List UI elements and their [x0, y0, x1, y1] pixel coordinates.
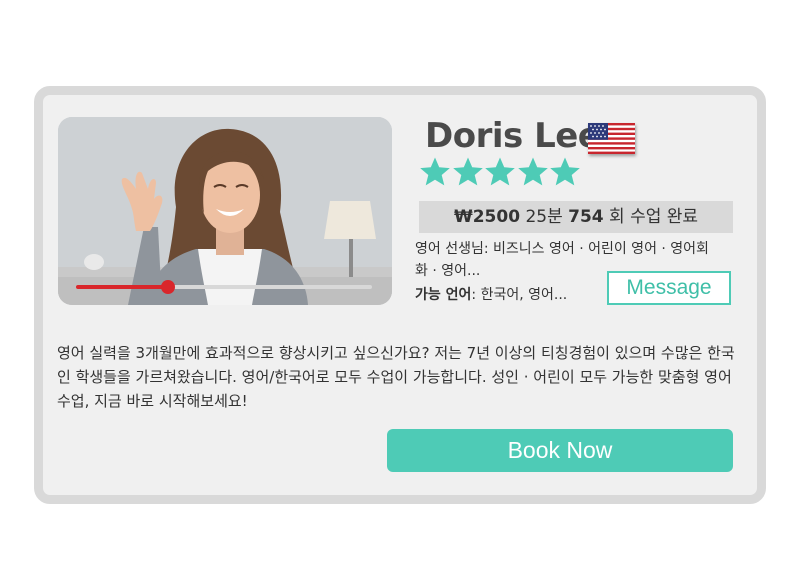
- intro-video-player[interactable]: [58, 117, 392, 305]
- star-icon: [517, 157, 548, 186]
- video-seek-bar[interactable]: [76, 280, 372, 294]
- video-seek-handle[interactable]: [160, 280, 175, 294]
- lessons-suffix: 회 수업 완료: [609, 207, 699, 227]
- lesson-stats-bar: ₩2500 25분 754 회 수업 완료: [419, 201, 733, 233]
- tutor-name: Doris Lee: [425, 116, 601, 156]
- price-value: ₩2500: [453, 207, 521, 227]
- star-icon: [420, 157, 450, 186]
- lessons-count: 754: [568, 207, 604, 227]
- duration-value: 25분: [525, 207, 563, 227]
- rating-stars: [419, 156, 582, 192]
- us-flag-icon: [588, 123, 635, 154]
- star-icon: [452, 157, 483, 186]
- book-now-button[interactable]: Book Now: [387, 429, 733, 472]
- star-icon: [485, 157, 515, 186]
- languages-label: 가능 언어: [415, 287, 472, 303]
- video-progress-fill: [76, 285, 168, 289]
- star-icon: [550, 157, 580, 186]
- spoken-languages: 가능 언어: 한국어, 영어...: [415, 284, 567, 306]
- languages-value: : 한국어, 영어...: [471, 287, 568, 303]
- tutor-bio: 영어 실력을 3개월만에 효과적으로 향상시키고 싶으신가요? 저는 7년 이상…: [57, 344, 735, 410]
- message-button[interactable]: Message: [607, 271, 731, 305]
- tutor-video-thumbnail: [58, 117, 392, 305]
